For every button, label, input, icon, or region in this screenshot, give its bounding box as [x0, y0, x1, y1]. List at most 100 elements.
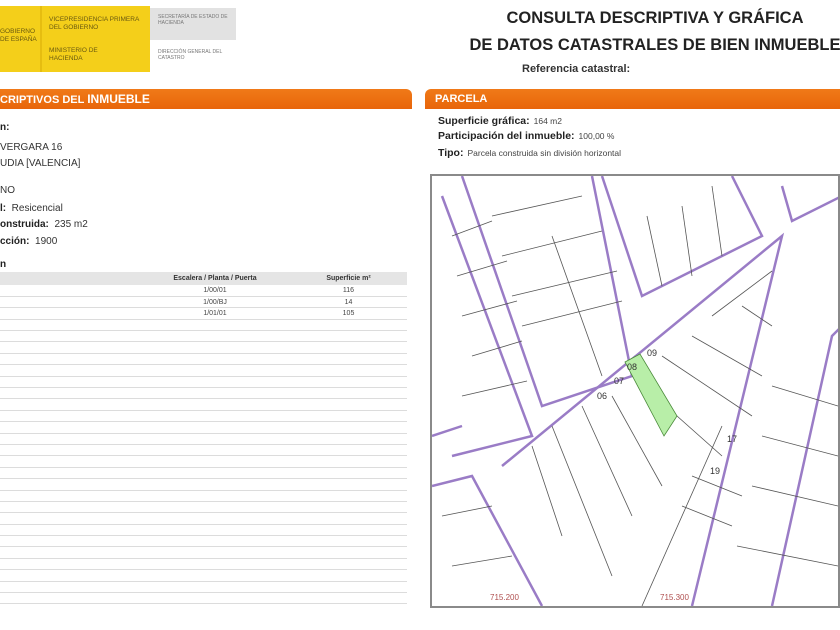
- logo-divider: [40, 6, 42, 72]
- table-row: [0, 387, 407, 400]
- reference-label: Referencia catastral:: [522, 63, 631, 75]
- table-cell: [140, 330, 290, 343]
- table-row: [0, 330, 407, 343]
- construction-label: n: [0, 259, 7, 270]
- table-cell: [0, 592, 140, 605]
- table-cell: [140, 398, 290, 411]
- table-row: [0, 546, 407, 559]
- table-cell: [290, 410, 407, 423]
- table-row: [0, 478, 407, 491]
- col-header-escalera: Escalera / Planta / Puerta: [140, 272, 290, 285]
- table-cell: [0, 341, 140, 354]
- table-cell: [290, 455, 407, 468]
- table-cell: [0, 410, 140, 423]
- table-cell: [0, 433, 140, 445]
- table-cell: [140, 467, 290, 480]
- table-cell: [0, 512, 140, 525]
- table-row: [0, 410, 407, 423]
- table-cell: [290, 364, 407, 377]
- cadastral-map: 06 07 08 09 17 19 715.200 715.300: [430, 174, 840, 608]
- tipo-field: Tipo: Parcela construida sin división hor…: [438, 147, 622, 159]
- table-row: [0, 569, 407, 582]
- table-cell: [290, 319, 407, 332]
- table-cell: 116: [290, 285, 407, 297]
- year-field: cción: 1900: [0, 236, 58, 247]
- table-cell: [0, 285, 140, 297]
- table-cell: [290, 421, 407, 434]
- table-cell: [0, 398, 140, 411]
- table-row: [0, 444, 407, 457]
- table-cell: [0, 581, 140, 594]
- table-cell: [0, 546, 140, 559]
- table-cell: [0, 490, 140, 502]
- table-cell: [290, 353, 407, 366]
- table-cell: [0, 307, 140, 320]
- table-cell: [0, 535, 140, 548]
- table-cell: [0, 569, 140, 582]
- section-title-bold: INMUEBLE: [87, 92, 150, 106]
- table-cell: [290, 558, 407, 571]
- table-cell: [140, 478, 290, 491]
- participacion-field: Participación del inmueble: 100,00 %: [438, 130, 615, 142]
- address-line2: UDIA [VALENCIA]: [0, 158, 81, 169]
- table-row: [0, 558, 407, 571]
- address-line1: VERGARA 16: [0, 142, 63, 153]
- table-row: [0, 353, 407, 366]
- table-cell: [140, 353, 290, 366]
- table-row: [0, 433, 407, 445]
- table-cell: [0, 296, 140, 309]
- table-cell: [290, 524, 407, 537]
- table-cell: [0, 524, 140, 537]
- table-cell: [140, 444, 290, 457]
- table-cell: [290, 467, 407, 480]
- page-title-line1: CONSULTA DESCRIPTIVA Y GRÁFICA: [506, 9, 804, 27]
- table-row: [0, 421, 407, 434]
- table-cell: [290, 592, 407, 605]
- table-cell: [140, 387, 290, 400]
- logo-dir-text: DIRECCIÓN GENERAL DEL CATASTRO: [158, 49, 223, 61]
- table-cell: [290, 569, 407, 582]
- table-cell: 14: [290, 296, 407, 309]
- parcel-label: 08: [627, 362, 637, 372]
- table-cell: [0, 353, 140, 366]
- table-row: [0, 398, 407, 411]
- table-row: [0, 524, 407, 537]
- table-cell: [0, 467, 140, 480]
- table-row: [0, 319, 407, 332]
- parcel-label: 06: [597, 391, 607, 401]
- coord-label: 715.200: [490, 593, 519, 602]
- construction-table: Escalera / Planta / Puerta Superficie m² …: [0, 272, 407, 605]
- logo-sec-text: SECRETARÍA DE ESTADO DE HACIENDA: [158, 14, 228, 26]
- logo-gov-text: GOBIERNO DE ESPAÑA: [0, 28, 37, 43]
- table-row: [0, 376, 407, 389]
- section-bar-inmueble: CRIPTIVOS DEL INMUEBLE: [0, 89, 412, 109]
- parcel-label: 19: [710, 466, 720, 476]
- table-row: [0, 341, 407, 354]
- table-cell: [140, 421, 290, 434]
- table-cell: [0, 330, 140, 343]
- table-cell: [0, 387, 140, 400]
- table-cell: [140, 490, 290, 502]
- table-row: 1/00/01 116: [0, 285, 407, 297]
- table-cell: [140, 501, 290, 514]
- table-cell: [140, 546, 290, 559]
- table-cell: [0, 478, 140, 491]
- table-cell: [0, 558, 140, 571]
- use-field: l: Resicencial: [0, 203, 63, 214]
- table-cell: [290, 330, 407, 343]
- table-cell: [140, 364, 290, 377]
- table-row: [0, 467, 407, 480]
- table-cell: [0, 455, 140, 468]
- table-cell: [290, 501, 407, 514]
- table-cell: [290, 490, 407, 502]
- table-cell: [140, 569, 290, 582]
- table-cell: [290, 387, 407, 400]
- table-cell: [140, 433, 290, 445]
- parcel-label: 07: [614, 376, 624, 386]
- table-cell: [290, 535, 407, 548]
- logo-vice-text: VICEPRESIDENCIA PRIMERA DEL GOBIERNO: [49, 16, 139, 31]
- table-cell: [140, 592, 290, 605]
- table-row: 1/00/BJ 14: [0, 296, 407, 309]
- table-cell: [140, 512, 290, 525]
- table-row: [0, 592, 407, 605]
